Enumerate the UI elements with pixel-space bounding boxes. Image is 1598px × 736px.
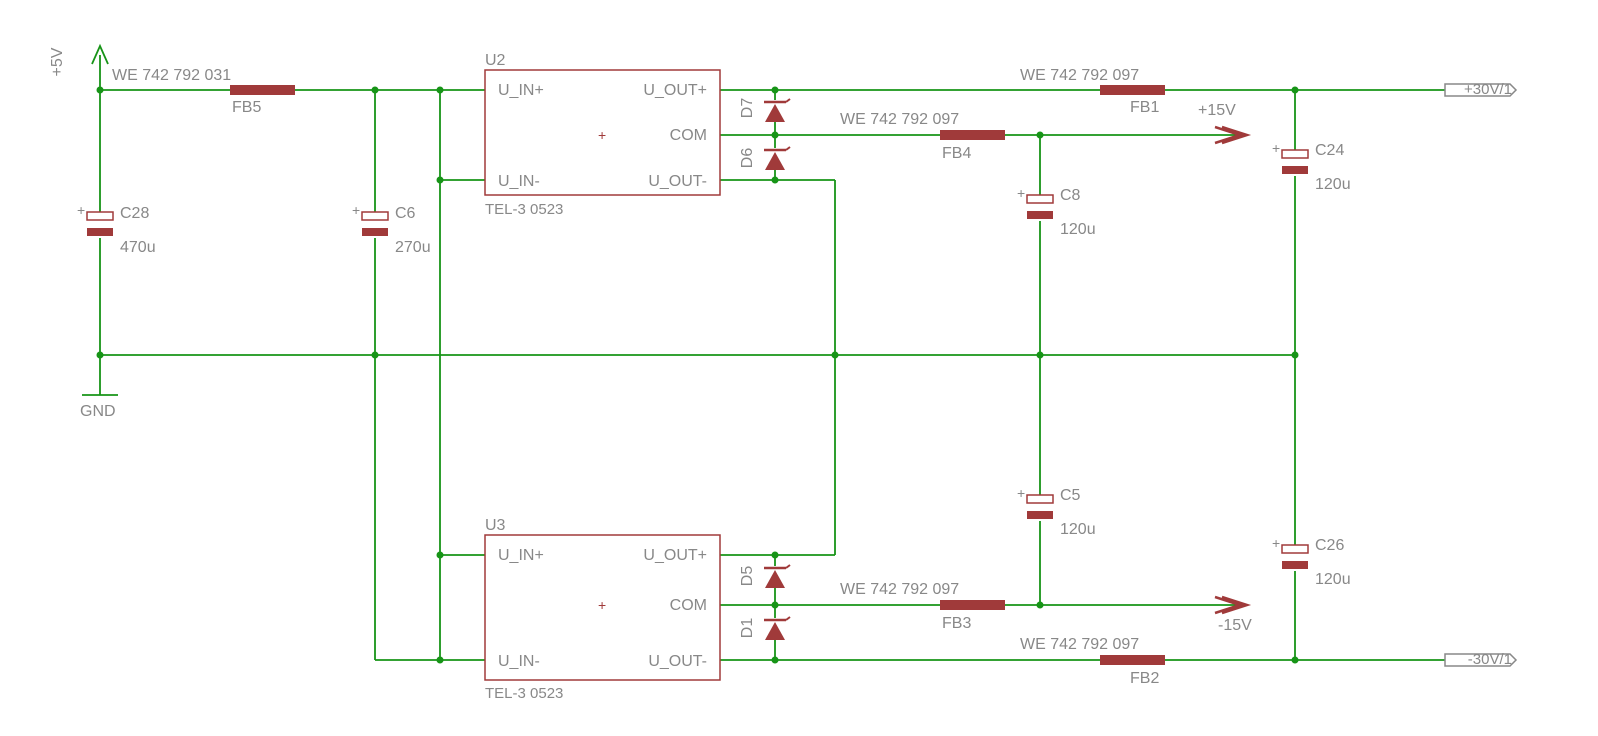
c8-value: 120u <box>1060 221 1096 238</box>
u2-inn: U_IN- <box>498 173 540 190</box>
ferrite-fb3: WE 742 792 097 FB3 <box>840 581 1005 632</box>
c5-value: 120u <box>1060 521 1096 538</box>
svg-text:+: + <box>1272 140 1280 156</box>
label-plus5v: +5V <box>49 47 66 76</box>
d5-name: D5 <box>739 566 756 587</box>
c28-name: C28 <box>120 205 149 222</box>
fb3-part: WE 742 792 097 <box>840 581 959 598</box>
cap-c5: + C5 120u <box>1017 485 1096 538</box>
net-minus15v: -15V <box>1215 597 1252 634</box>
u2-outp: U_OUT+ <box>643 82 707 99</box>
label-plus15v: +15V <box>1198 102 1236 119</box>
net-plus15v: +15V <box>1198 102 1247 143</box>
u3-outn: U_OUT- <box>648 653 707 670</box>
diode-d7: D7 <box>739 98 790 122</box>
svg-text:+: + <box>1017 485 1025 501</box>
fb1-part: WE 742 792 097 <box>1020 67 1139 84</box>
fb1-name: FB1 <box>1130 99 1159 116</box>
c24-name: C24 <box>1315 142 1344 159</box>
c6-value: 270u <box>395 239 431 256</box>
c26-value: 120u <box>1315 571 1351 588</box>
fb2-part: WE 742 792 097 <box>1020 636 1139 653</box>
svg-text:+: + <box>1272 535 1280 551</box>
cap-c8: + C8 120u <box>1017 185 1096 238</box>
d6-name: D6 <box>739 148 756 169</box>
diode-d6: D6 <box>739 147 790 170</box>
schematic-canvas: +5V GND WE 742 792 031 FB5 WE 742 792 09… <box>0 0 1598 736</box>
ferrite-fb5: WE 742 792 031 FB5 <box>112 67 295 116</box>
u3-com: COM <box>670 597 707 614</box>
ferrite-fb2: WE 742 792 097 FB2 <box>1020 636 1165 687</box>
u3-inp: U_IN+ <box>498 547 544 564</box>
c6-name: C6 <box>395 205 416 222</box>
cap-c6: + C6 270u <box>352 202 431 256</box>
cap-c26: + C26 120u <box>1272 535 1351 588</box>
u2-inp: U_IN+ <box>498 82 544 99</box>
ferrite-fb1: WE 742 792 097 FB1 <box>1020 67 1165 116</box>
label-gnd: GND <box>80 403 116 420</box>
diode-d1: D1 <box>739 617 790 640</box>
ic-u3: U3 TEL-3 0523 U_IN+ U_IN- U_OUT+ COM U_O… <box>485 517 720 702</box>
svg-text:+: + <box>77 202 85 218</box>
fb5-part: WE 742 792 031 <box>112 67 231 84</box>
u2-outn: U_OUT- <box>648 173 707 190</box>
label-m30v: -30V/1 <box>1468 651 1512 668</box>
ferrite-fb4: WE 742 792 097 FB4 <box>840 111 1005 162</box>
u3-outp: U_OUT+ <box>643 547 707 564</box>
offpage-p30v: +30V/1 <box>1445 81 1516 98</box>
c5-name: C5 <box>1060 487 1081 504</box>
u2-com: COM <box>670 127 707 144</box>
u3-ref: U3 <box>485 517 506 534</box>
cap-c28: + C28 470u <box>77 202 156 256</box>
c26-name: C26 <box>1315 537 1344 554</box>
c8-name: C8 <box>1060 187 1081 204</box>
d7-name: D7 <box>739 98 756 119</box>
label-minus15v: -15V <box>1218 617 1252 634</box>
u2-plus: + <box>598 127 606 143</box>
cap-c24: + C24 120u <box>1272 140 1351 193</box>
ic-u2: U2 TEL-3 0523 U_IN+ U_IN- U_OUT+ COM U_O… <box>485 52 720 218</box>
c28-value: 470u <box>120 239 156 256</box>
svg-text:+: + <box>1017 185 1025 201</box>
u3-inn: U_IN- <box>498 653 540 670</box>
fb2-name: FB2 <box>1130 670 1159 687</box>
offpage-m30v: -30V/1 <box>1445 651 1516 668</box>
d1-name: D1 <box>739 618 756 639</box>
label-p30v: +30V/1 <box>1464 81 1512 98</box>
u3-plus: + <box>598 597 606 613</box>
fb4-name: FB4 <box>942 145 971 162</box>
diode-d5: D5 <box>739 565 790 588</box>
u2-ref: U2 <box>485 52 506 69</box>
u3-model: TEL-3 0523 <box>485 685 563 702</box>
fb5-name: FB5 <box>232 99 261 116</box>
svg-text:+: + <box>352 202 360 218</box>
c24-value: 120u <box>1315 176 1351 193</box>
u2-model: TEL-3 0523 <box>485 201 563 218</box>
fb4-part: WE 742 792 097 <box>840 111 959 128</box>
fb3-name: FB3 <box>942 615 971 632</box>
